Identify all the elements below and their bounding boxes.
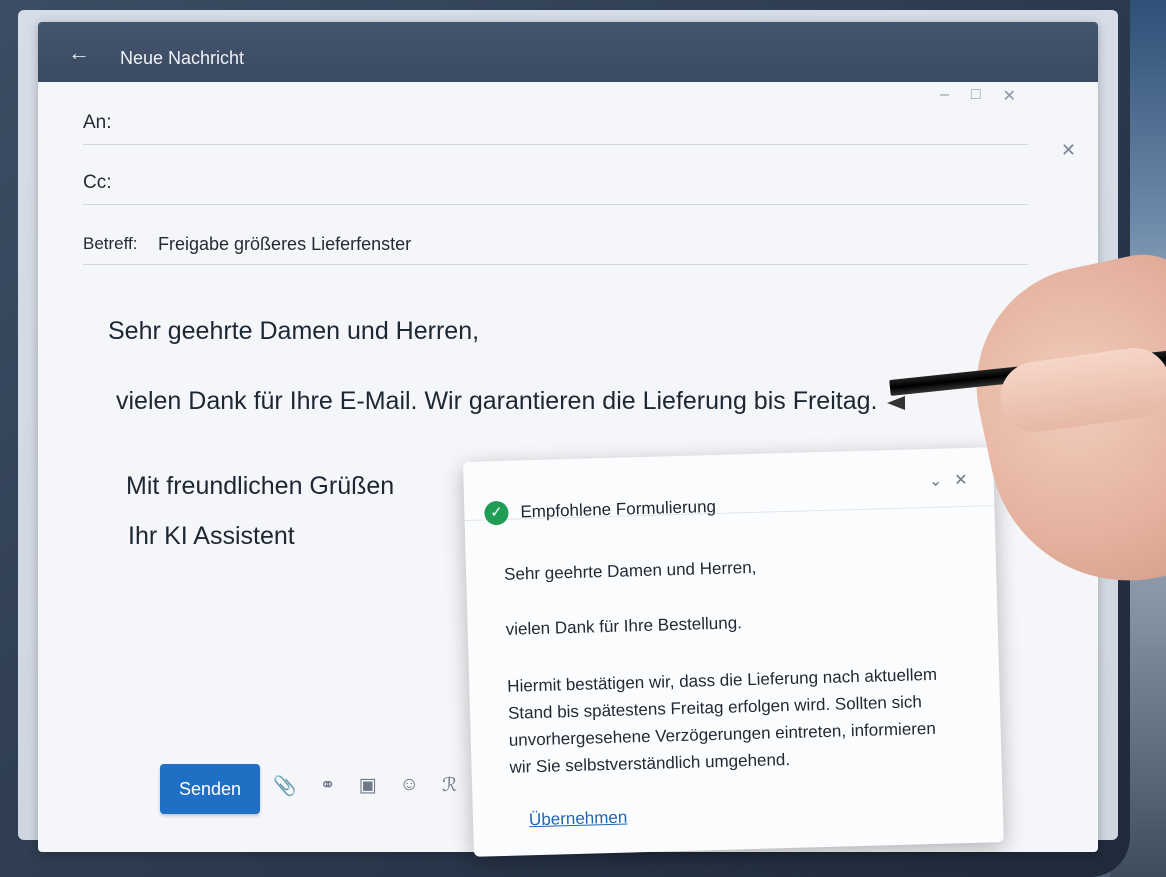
body-greeting: Sehr geehrte Damen und Herren, bbox=[108, 317, 480, 345]
suggestion-line: vielen Dank für Ihre Bestellung. bbox=[505, 613, 743, 639]
formatting-toolbar: 📎 ⚭ ▣ ☺ ℛ △ bbox=[273, 774, 495, 798]
send-button[interactable]: Senden bbox=[160, 764, 260, 814]
check-circle-icon: ✓ bbox=[484, 500, 509, 526]
subject-field[interactable]: Betreff: Freigabe größeres Lieferfenster bbox=[83, 212, 1028, 265]
suggestion-greeting: Sehr geehrte Damen und Herren, bbox=[503, 557, 757, 584]
subject-label: Betreff: bbox=[83, 234, 138, 253]
to-field[interactable]: An: bbox=[83, 92, 1028, 145]
emoji-icon[interactable]: ☺ bbox=[400, 774, 419, 798]
signature-icon[interactable]: ℛ bbox=[442, 774, 457, 798]
image-icon[interactable]: ▣ bbox=[359, 774, 377, 798]
pen-tip bbox=[887, 396, 905, 410]
chevron-down-icon[interactable]: ⌄ bbox=[929, 471, 943, 491]
suggestion-title: Empfohlene Formulierung bbox=[520, 496, 717, 522]
cc-field[interactable]: Cc: bbox=[83, 152, 1028, 205]
apply-link[interactable]: Übernehmen bbox=[529, 808, 628, 831]
suggestion-controls: ⌄ ✕ bbox=[929, 470, 968, 491]
cc-label: Cc: bbox=[83, 172, 112, 193]
close-recipient-icon[interactable]: ✕ bbox=[1061, 140, 1076, 161]
close-suggestion-icon[interactable]: ✕ bbox=[954, 470, 968, 490]
window-title: Neue Nachricht bbox=[120, 48, 245, 68]
body-signature: Ihr KI Assistent bbox=[128, 522, 295, 550]
body-line: vielen Dank für Ihre E-Mail. Wir garanti… bbox=[116, 387, 878, 415]
back-arrow-icon[interactable]: ← bbox=[68, 40, 90, 66]
link-icon[interactable]: ⚭ bbox=[320, 774, 336, 798]
body-closing: Mit freundlichen Grüßen bbox=[126, 472, 395, 500]
title-bar: ← Neue Nachricht bbox=[38, 22, 1098, 82]
suggestion-panel: ✓ Empfohlene Formulierung ⌄ ✕ Sehr geehr… bbox=[463, 447, 1004, 857]
to-label: An: bbox=[83, 112, 112, 133]
attach-icon[interactable]: 📎 bbox=[273, 774, 297, 798]
subject-value: Freigabe größeres Lieferfenster bbox=[158, 234, 412, 254]
